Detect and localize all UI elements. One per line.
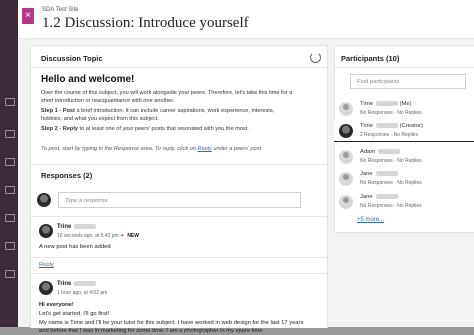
participant-stats: No Responses · No Replies bbox=[360, 180, 422, 186]
divider bbox=[31, 67, 327, 68]
participant-role: (Me) bbox=[399, 101, 412, 108]
participant-stats: 2 Responses · No Replies bbox=[360, 132, 419, 138]
instruction-pre: To post, start by typing in the Response… bbox=[41, 146, 198, 152]
nav-icon[interactable] bbox=[5, 270, 15, 278]
step2-label: Step 2 - Reply bbox=[41, 126, 78, 132]
response-input[interactable]: Type a response bbox=[58, 192, 301, 208]
redacted-surname bbox=[376, 101, 398, 106]
divider bbox=[335, 67, 474, 68]
avatar bbox=[339, 172, 353, 186]
participant-name[interactable]: Trine (Creator) bbox=[360, 123, 423, 129]
step2-text: to at least one of your peers' posts tha… bbox=[78, 126, 249, 132]
participant-first-name: Trine bbox=[360, 123, 373, 130]
participant-name[interactable]: Jane bbox=[360, 194, 398, 200]
instruction-post: under a peers' post. bbox=[211, 146, 263, 152]
nav-icon[interactable] bbox=[5, 130, 15, 138]
topic-step1: Step 1 - Post a brief introduction. It c… bbox=[41, 107, 311, 115]
redacted-surname bbox=[378, 149, 401, 154]
step1-text: a brief introduction. It can include car… bbox=[74, 108, 275, 114]
participant-stats: No Responses · No Replies bbox=[360, 110, 422, 116]
post-author-name: Trine bbox=[57, 281, 72, 288]
topic-intro-line: Over the course of this subject, you wil… bbox=[41, 90, 293, 96]
post-body: A new post has been added bbox=[39, 244, 111, 250]
participant-first-name: Jane bbox=[360, 194, 373, 201]
post-author: Trine bbox=[57, 224, 97, 231]
avatar bbox=[39, 281, 53, 295]
post-body-line: Let's get started. I'll go first! bbox=[39, 311, 110, 317]
redacted-surname bbox=[74, 224, 97, 229]
redacted-surname bbox=[375, 171, 398, 176]
new-badge: NEW bbox=[127, 233, 139, 239]
topic-intro-line: short introduction or reacquaintance wit… bbox=[41, 98, 175, 104]
post-author: Trine bbox=[57, 281, 97, 288]
topic-hello: Hello and welcome! bbox=[41, 74, 135, 85]
topic-instruction: To post, start by typing in the Response… bbox=[41, 145, 311, 153]
post-author-name: Trine bbox=[57, 224, 72, 231]
new-icon: ✦ bbox=[120, 233, 125, 239]
participant-name[interactable]: Trine (Me) bbox=[360, 101, 412, 107]
participant-first-name: Jane bbox=[360, 171, 373, 178]
redacted-surname bbox=[74, 281, 97, 286]
divider bbox=[31, 257, 327, 258]
avatar bbox=[37, 193, 51, 207]
more-participants-link[interactable]: +5 more... bbox=[357, 217, 384, 223]
step1-label: Step 1 - Post bbox=[41, 108, 75, 114]
divider bbox=[31, 273, 327, 274]
participant-name[interactable]: Adam bbox=[360, 149, 401, 156]
refresh-icon[interactable] bbox=[310, 52, 321, 63]
avatar bbox=[339, 150, 353, 164]
participant-name[interactable]: Jane bbox=[360, 171, 398, 177]
participant-stats: No Responses · No Replies bbox=[360, 158, 422, 164]
panel-header: × SDA Test Site 1.2 Discussion: Introduc… bbox=[18, 0, 474, 39]
post-timestamp: 1 hour ago, at 4:02 pm bbox=[57, 290, 108, 296]
topic-step2: Step 2 - Reply to at least one of your p… bbox=[41, 125, 311, 133]
avatar bbox=[339, 124, 353, 138]
divider bbox=[31, 216, 327, 217]
avatar bbox=[339, 195, 353, 209]
topic-heading: Discussion Topic bbox=[41, 54, 103, 63]
post-meta: 16 seconds ago, at 5:43 pm ✦ NEW bbox=[57, 233, 139, 239]
left-nav-sidebar bbox=[0, 0, 18, 327]
post-timestamp: 16 seconds ago, at 5:43 pm bbox=[57, 233, 119, 239]
post-body-line: and before that I was in marketing for s… bbox=[39, 328, 263, 334]
participants-heading: Participants (10) bbox=[341, 54, 400, 63]
nav-icon[interactable] bbox=[5, 98, 15, 106]
participants-search-input[interactable]: Find participants bbox=[350, 74, 466, 89]
discussion-main: Discussion Topic Hello and welcome! Over… bbox=[30, 45, 328, 334]
reply-link[interactable]: Reply bbox=[39, 262, 54, 268]
nav-icon[interactable] bbox=[5, 214, 15, 222]
avatar bbox=[39, 224, 53, 238]
nav-icon[interactable] bbox=[5, 158, 15, 166]
responses-heading: Responses (2) bbox=[41, 171, 93, 180]
nav-icon[interactable] bbox=[5, 186, 15, 194]
redacted-surname bbox=[376, 123, 398, 128]
redacted-surname bbox=[375, 194, 398, 199]
page-title: 1.2 Discussion: Introduce yourself bbox=[42, 15, 249, 31]
post-body-line: Hi everyone! bbox=[39, 302, 74, 308]
participant-role: (Creator) bbox=[399, 123, 423, 130]
site-name: SDA Test Site bbox=[42, 7, 79, 13]
post-body-line: My name is Trine and I'll be your tutor … bbox=[39, 320, 304, 326]
topic-step1-cont: hobbies, and what you expect from this s… bbox=[41, 116, 159, 122]
avatar bbox=[339, 102, 353, 116]
participant-first-name: Trine bbox=[360, 101, 373, 108]
close-button[interactable]: × bbox=[22, 8, 34, 24]
instruction-reply-link[interactable]: Reply bbox=[198, 146, 212, 152]
discussion-panel: × SDA Test Site 1.2 Discussion: Introduc… bbox=[18, 0, 474, 334]
divider bbox=[31, 164, 327, 165]
participant-first-name: Adam bbox=[360, 149, 376, 156]
participant-stats: No Responses · No Replies bbox=[360, 203, 422, 209]
nav-icon[interactable] bbox=[5, 242, 15, 250]
